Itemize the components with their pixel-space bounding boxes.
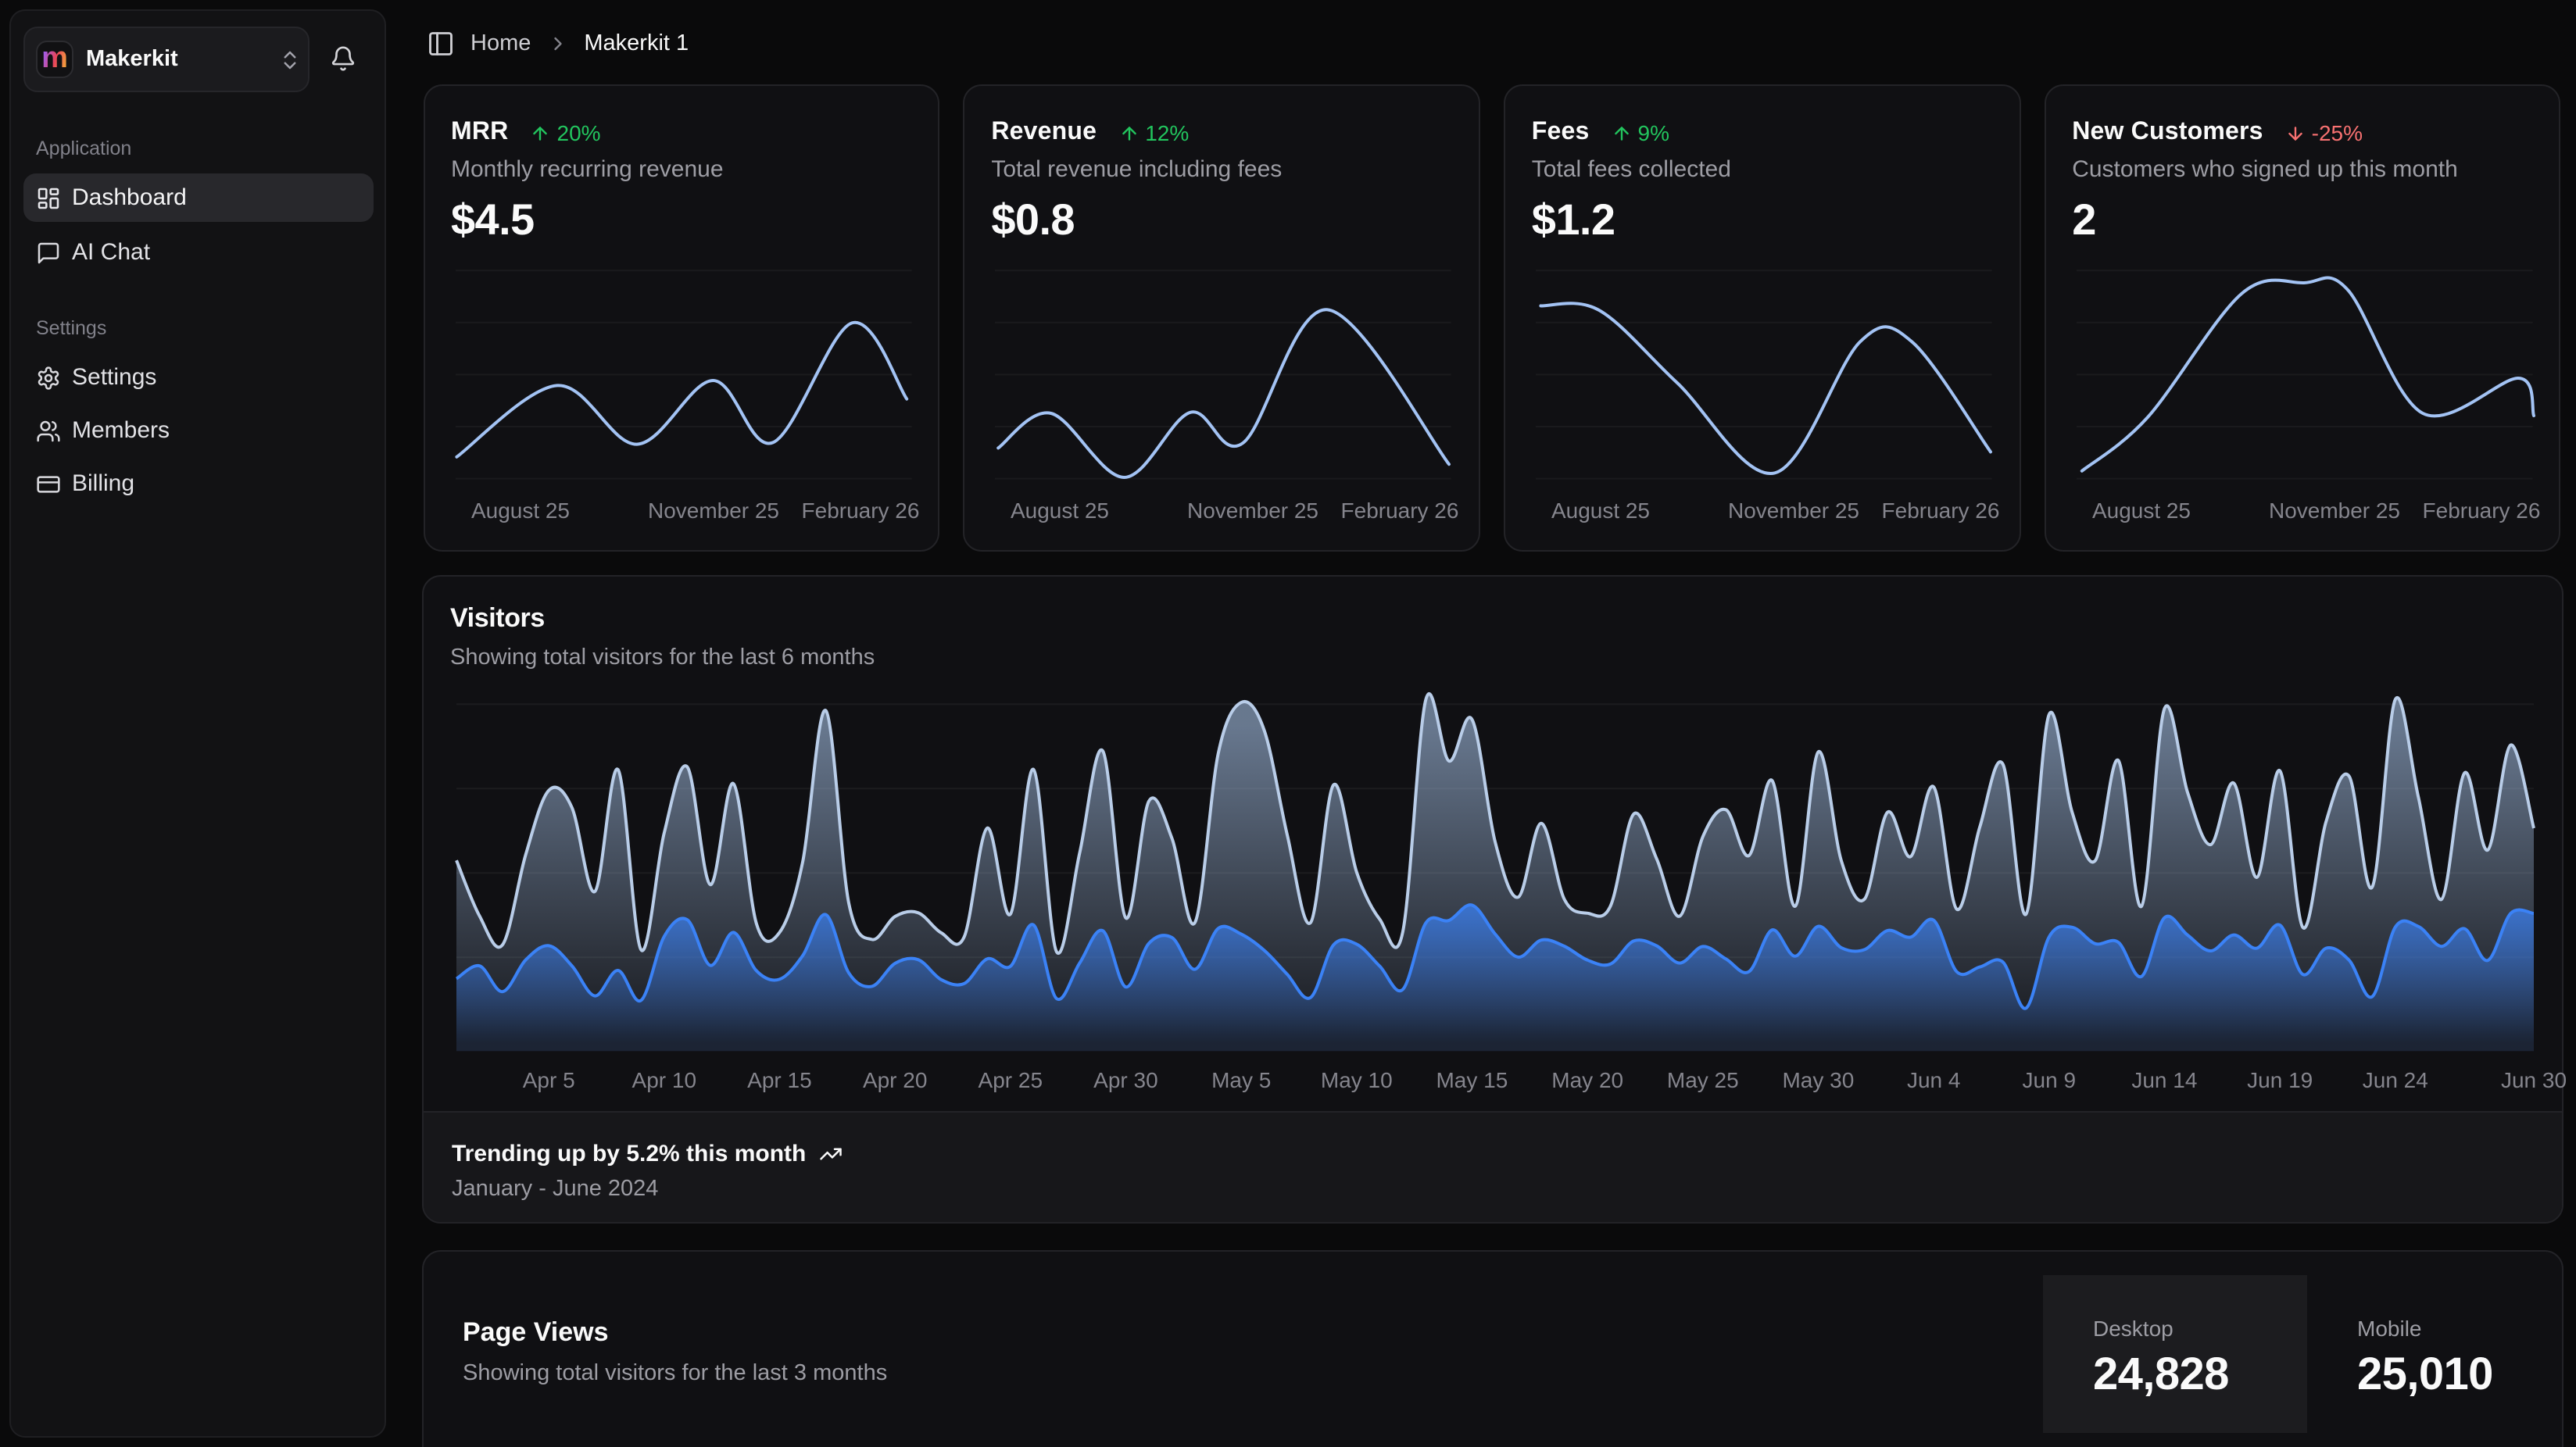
svg-text:Jun 30: Jun 30: [2501, 1069, 2567, 1093]
svg-text:May 10: May 10: [1321, 1069, 1393, 1093]
svg-text:Jun 4: Jun 4: [1907, 1069, 1961, 1093]
svg-text:November 25: November 25: [2268, 499, 2399, 523]
svg-text:Jun 19: Jun 19: [2247, 1069, 2313, 1093]
svg-text:Apr 30: Apr 30: [1093, 1069, 1158, 1093]
svg-text:Apr 10: Apr 10: [632, 1069, 697, 1093]
svg-text:Jun 9: Jun 9: [2023, 1069, 2077, 1093]
svg-text:February 26: February 26: [1341, 499, 1459, 523]
svg-text:May 25: May 25: [1667, 1069, 1739, 1093]
svg-text:November 25: November 25: [647, 499, 778, 523]
svg-text:May 30: May 30: [1782, 1069, 1854, 1093]
svg-text:May 15: May 15: [1436, 1069, 1508, 1093]
svg-text:November 25: November 25: [1728, 499, 1859, 523]
svg-text:Apr 5: Apr 5: [523, 1069, 575, 1093]
svg-text:February 26: February 26: [2422, 499, 2540, 523]
svg-text:November 25: November 25: [1187, 499, 1318, 523]
svg-text:August 25: August 25: [2091, 499, 2190, 523]
svg-text:February 26: February 26: [801, 499, 919, 523]
svg-text:May 20: May 20: [1551, 1069, 1623, 1093]
svg-text:Apr 25: Apr 25: [979, 1069, 1043, 1093]
svg-text:Apr 15: Apr 15: [747, 1069, 811, 1093]
svg-text:Jun 24: Jun 24: [2363, 1069, 2428, 1093]
svg-text:February 26: February 26: [1881, 499, 1999, 523]
svg-text:August 25: August 25: [1551, 499, 1650, 523]
svg-text:Apr 20: Apr 20: [863, 1069, 928, 1093]
svg-text:Jun 14: Jun 14: [2131, 1069, 2197, 1093]
svg-text:August 25: August 25: [1011, 499, 1109, 523]
svg-text:August 25: August 25: [470, 499, 569, 523]
svg-text:May 5: May 5: [1211, 1069, 1271, 1093]
